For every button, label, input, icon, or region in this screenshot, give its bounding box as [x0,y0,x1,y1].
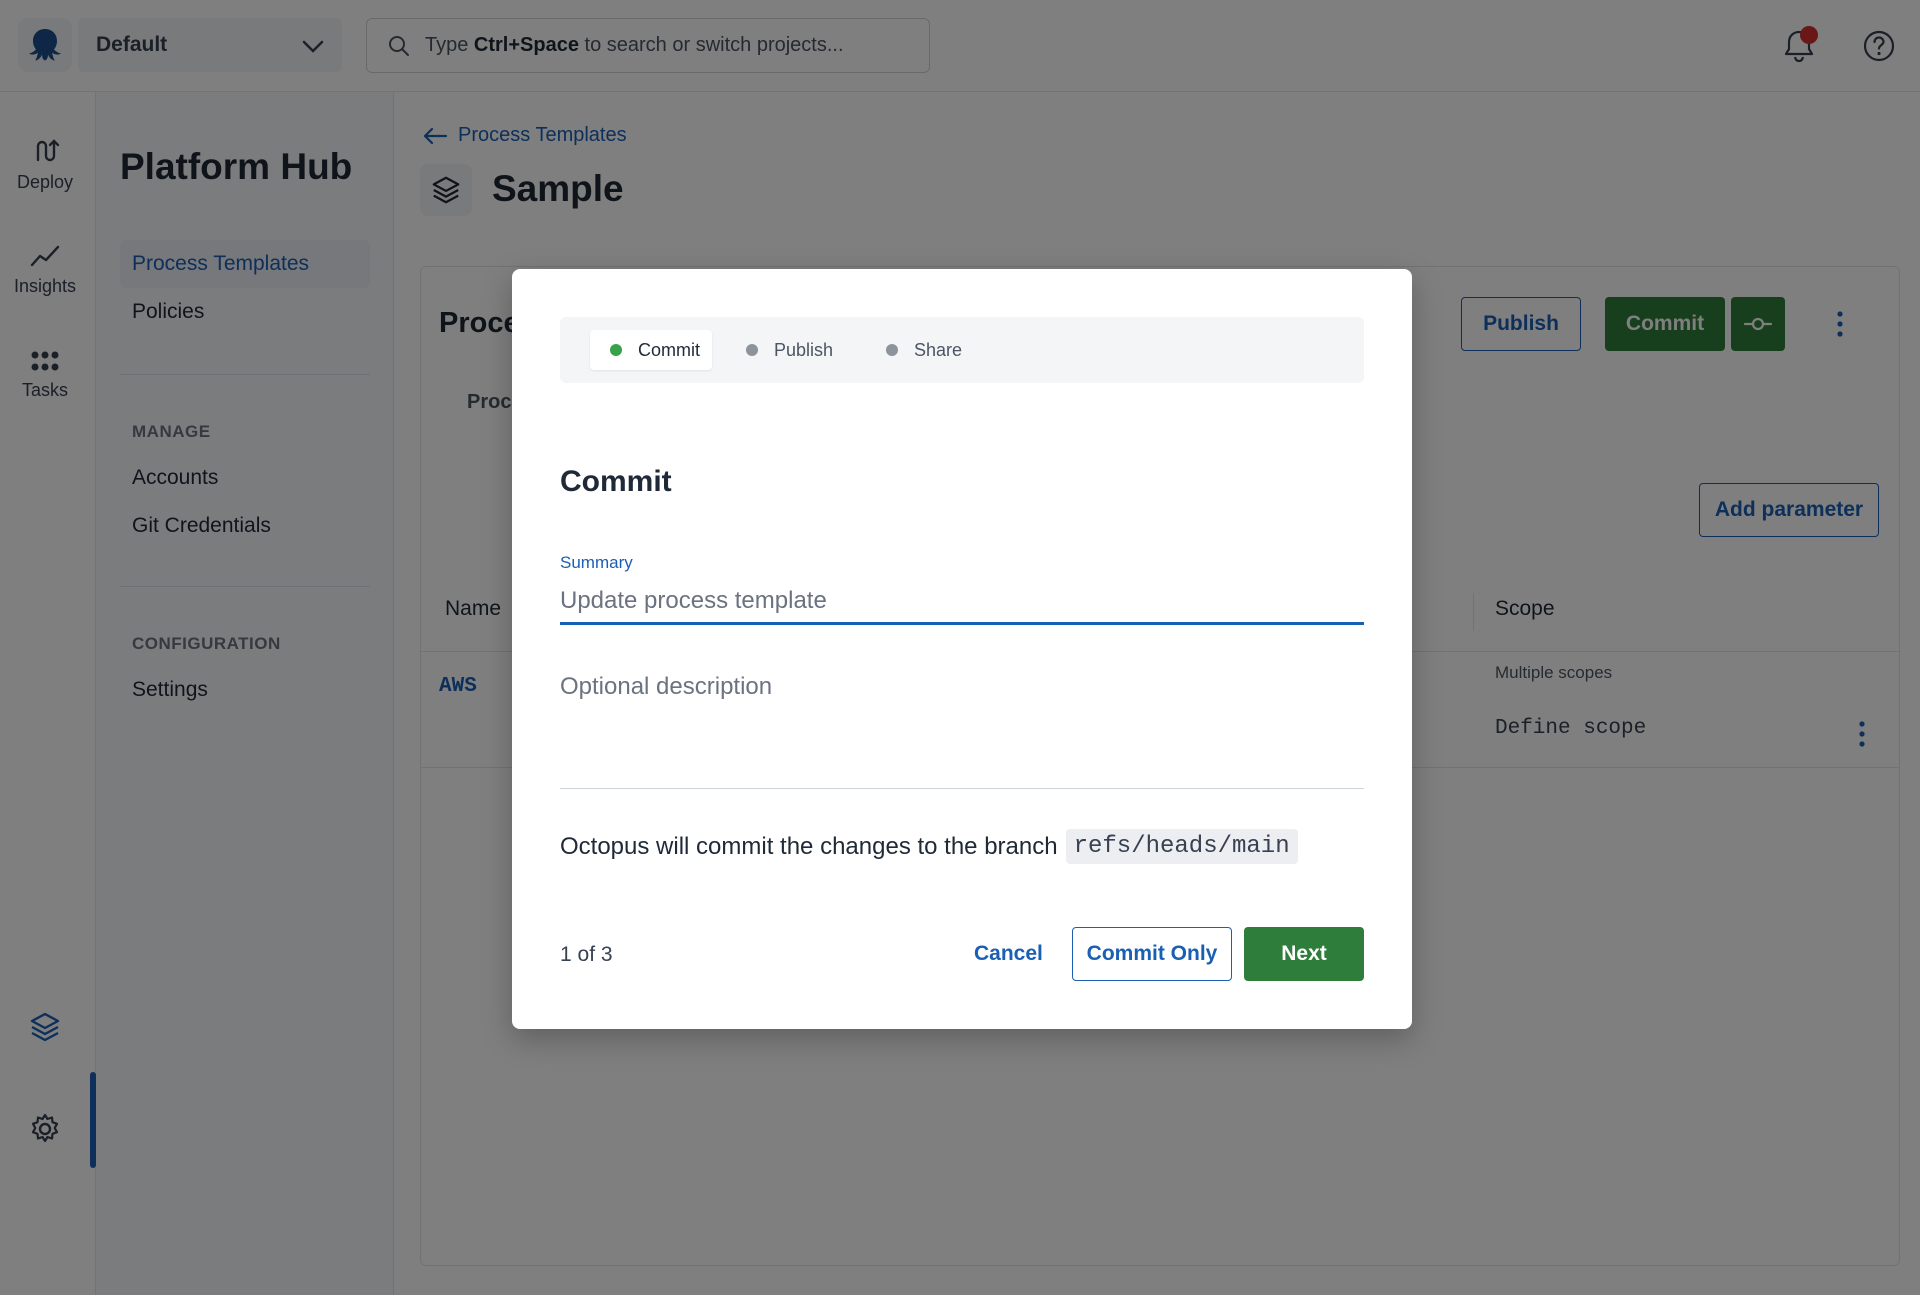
step-counter: 1 of 3 [560,943,613,966]
step-publish: Publish [726,330,845,370]
description-input[interactable] [560,673,1364,789]
step-share: Share [866,330,974,370]
summary-label: Summary [560,553,633,572]
step-label: Commit [638,339,700,360]
commit-only-button[interactable]: Commit Only [1072,927,1232,981]
commit-dialog: Commit Publish Share Commit Summary Octo… [512,269,1412,1029]
step-commit: Commit [590,330,712,370]
next-button[interactable]: Next [1244,927,1364,981]
dialog-title: Commit [560,465,672,498]
step-dot [610,344,622,356]
branch-notice-text: Octopus will commit the changes to the b… [560,832,1058,860]
step-dot [886,344,898,356]
cancel-button[interactable]: Cancel [956,927,1061,981]
step-dot [746,344,758,356]
summary-input[interactable] [560,579,1364,625]
step-label: Share [914,339,963,360]
branch-notice: Octopus will commit the changes to the b… [560,829,1298,864]
branch-name: refs/heads/main [1065,829,1298,864]
stepper: Commit Publish Share [560,317,1364,383]
step-label: Publish [774,339,834,360]
